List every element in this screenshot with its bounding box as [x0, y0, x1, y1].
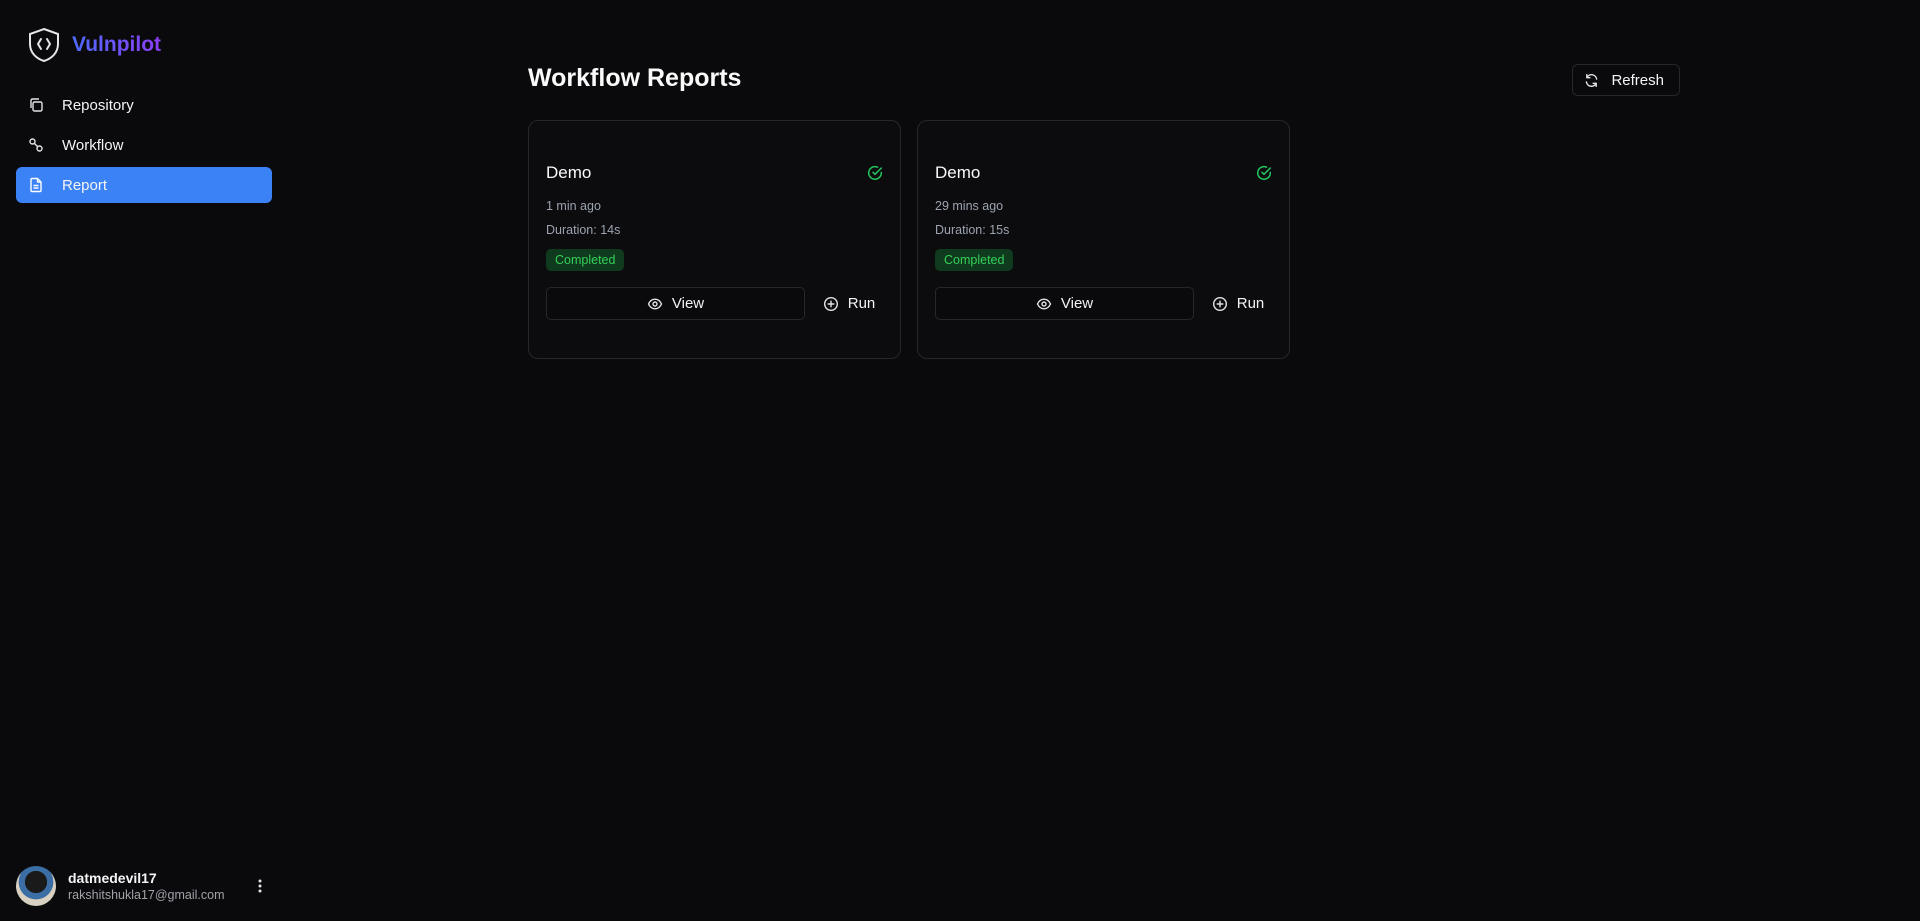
report-time: 1 min ago — [546, 199, 601, 213]
page-title: Workflow Reports — [528, 64, 742, 92]
sidebar-item-report[interactable]: Report — [16, 167, 272, 203]
report-title: Demo — [546, 163, 592, 182]
run-label: Run — [847, 295, 876, 312]
report-title: Demo — [935, 163, 981, 182]
copy-icon — [28, 97, 44, 113]
more-vertical-icon[interactable] — [248, 874, 272, 898]
eye-icon — [647, 296, 663, 312]
refresh-label: Refresh — [1611, 71, 1664, 89]
run-label: Run — [1236, 295, 1265, 312]
refresh-icon — [1584, 73, 1599, 88]
user-info: datmedevil17 rakshitshukla17@gmail.com — [68, 870, 225, 902]
sidebar-item-label: Repository — [62, 96, 134, 114]
run-button[interactable]: Run — [1203, 287, 1273, 320]
sidebar: Vulnpilot Repository Workflow Report dat… — [0, 0, 288, 921]
user-name: datmedevil17 — [68, 870, 157, 886]
workflow-icon — [28, 137, 44, 153]
view-button[interactable]: View — [935, 287, 1194, 320]
status-badge: Completed — [546, 249, 625, 271]
brand-name: Vulnpilot — [72, 33, 162, 56]
status-badge: Completed — [935, 249, 1014, 271]
app-root: Vulnpilot Repository Workflow Report dat… — [0, 0, 1920, 921]
main-content: Workflow Reports Refresh Demo 1 min ago … — [528, 0, 1680, 921]
view-label: View — [1060, 295, 1094, 312]
report-duration: Duration: 15s — [935, 223, 1010, 237]
sidebar-item-workflow[interactable]: Workflow — [16, 127, 272, 163]
check-circle-icon — [867, 165, 883, 181]
report-cards: Demo 1 min ago Duration: 14s Completed V… — [528, 120, 1290, 359]
report-time: 29 mins ago — [935, 199, 1004, 213]
user-profile[interactable]: datmedevil17 rakshitshukla17@gmail.com — [16, 866, 272, 906]
sidebar-nav: Repository Workflow Report — [16, 87, 272, 207]
sidebar-item-label: Workflow — [62, 136, 124, 154]
report-duration: Duration: 14s — [546, 223, 621, 237]
view-label: View — [671, 295, 705, 312]
report-card: Demo 1 min ago Duration: 14s Completed V… — [528, 120, 901, 359]
sidebar-item-label: Report — [62, 176, 108, 194]
avatar[interactable] — [16, 866, 56, 906]
run-button[interactable]: Run — [814, 287, 884, 320]
view-button[interactable]: View — [546, 287, 805, 320]
plus-circle-icon — [823, 296, 839, 312]
eye-icon — [1036, 296, 1052, 312]
plus-circle-icon — [1212, 296, 1228, 312]
file-text-icon — [28, 177, 44, 193]
brand[interactable]: Vulnpilot — [26, 27, 161, 63]
report-card: Demo 29 mins ago Duration: 15s Completed — [917, 120, 1290, 359]
refresh-button[interactable]: Refresh — [1572, 64, 1680, 96]
check-circle-icon — [1256, 165, 1272, 181]
shield-code-icon — [26, 27, 62, 63]
user-email: rakshitshukla17@gmail.com — [68, 888, 225, 902]
sidebar-item-repository[interactable]: Repository — [16, 87, 272, 123]
